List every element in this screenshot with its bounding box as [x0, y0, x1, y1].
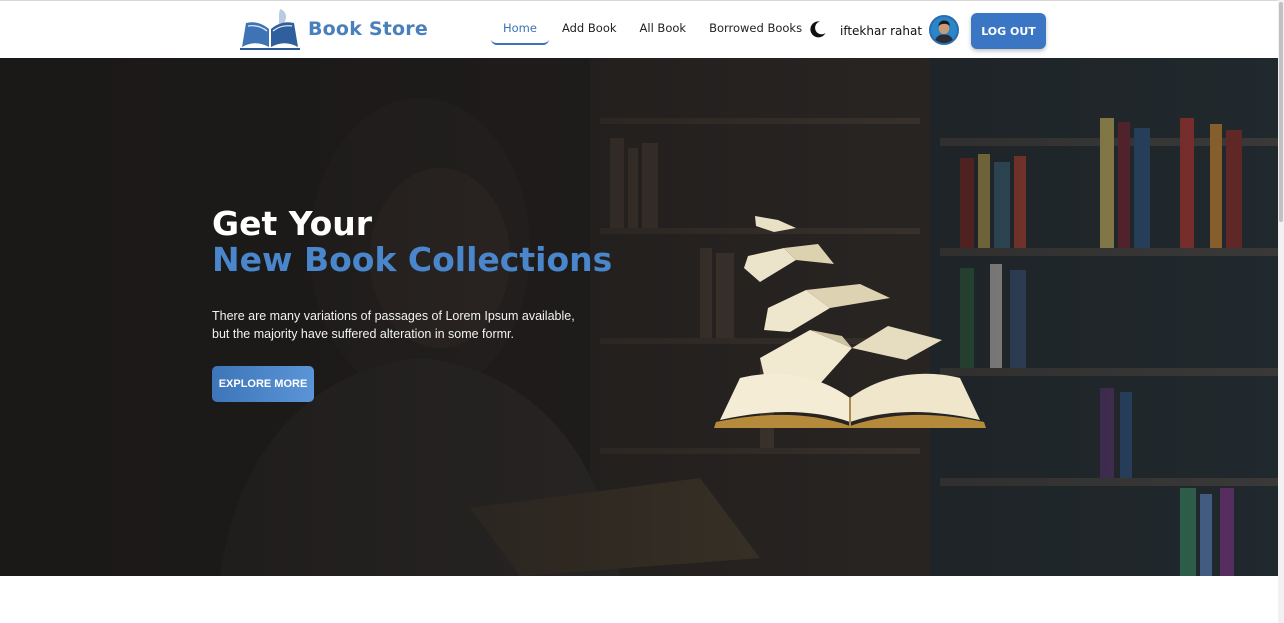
top-navbar: Book Store Home Add Book All Book Borrow…	[0, 0, 1278, 58]
brand-name: Book Store	[308, 18, 428, 40]
flying-pages-book-illustration	[714, 216, 986, 428]
hero-banner: Get Your New Book Collections There are …	[0, 58, 1278, 576]
explore-more-button[interactable]: EXPLORE MORE	[212, 366, 314, 402]
avatar-image	[931, 17, 957, 43]
nav-home[interactable]: Home	[491, 15, 549, 45]
brand-logo-link[interactable]: Book Store	[240, 7, 428, 51]
nav-borrowed-books[interactable]: Borrowed Books	[709, 15, 802, 45]
hero-title-line-1: Get Your	[212, 204, 373, 243]
user-name: iftekhar rahat	[840, 24, 923, 38]
user-avatar[interactable]	[929, 15, 959, 45]
nav-all-book[interactable]: All Book	[640, 15, 687, 45]
nav-add-book[interactable]: Add Book	[562, 15, 617, 45]
hero-title-line-2: New Book Collections	[212, 240, 613, 279]
hero-background-image	[0, 58, 1278, 576]
moon-icon[interactable]	[809, 20, 827, 38]
scrollbar-thumb[interactable]	[1279, 2, 1283, 222]
main-nav: Home Add Book All Book Borrowed Books	[491, 15, 802, 45]
logout-button[interactable]: LOG OUT	[971, 13, 1046, 49]
hero-description: There are many variations of passages of…	[212, 309, 575, 341]
open-book-quill-icon	[240, 9, 300, 50]
